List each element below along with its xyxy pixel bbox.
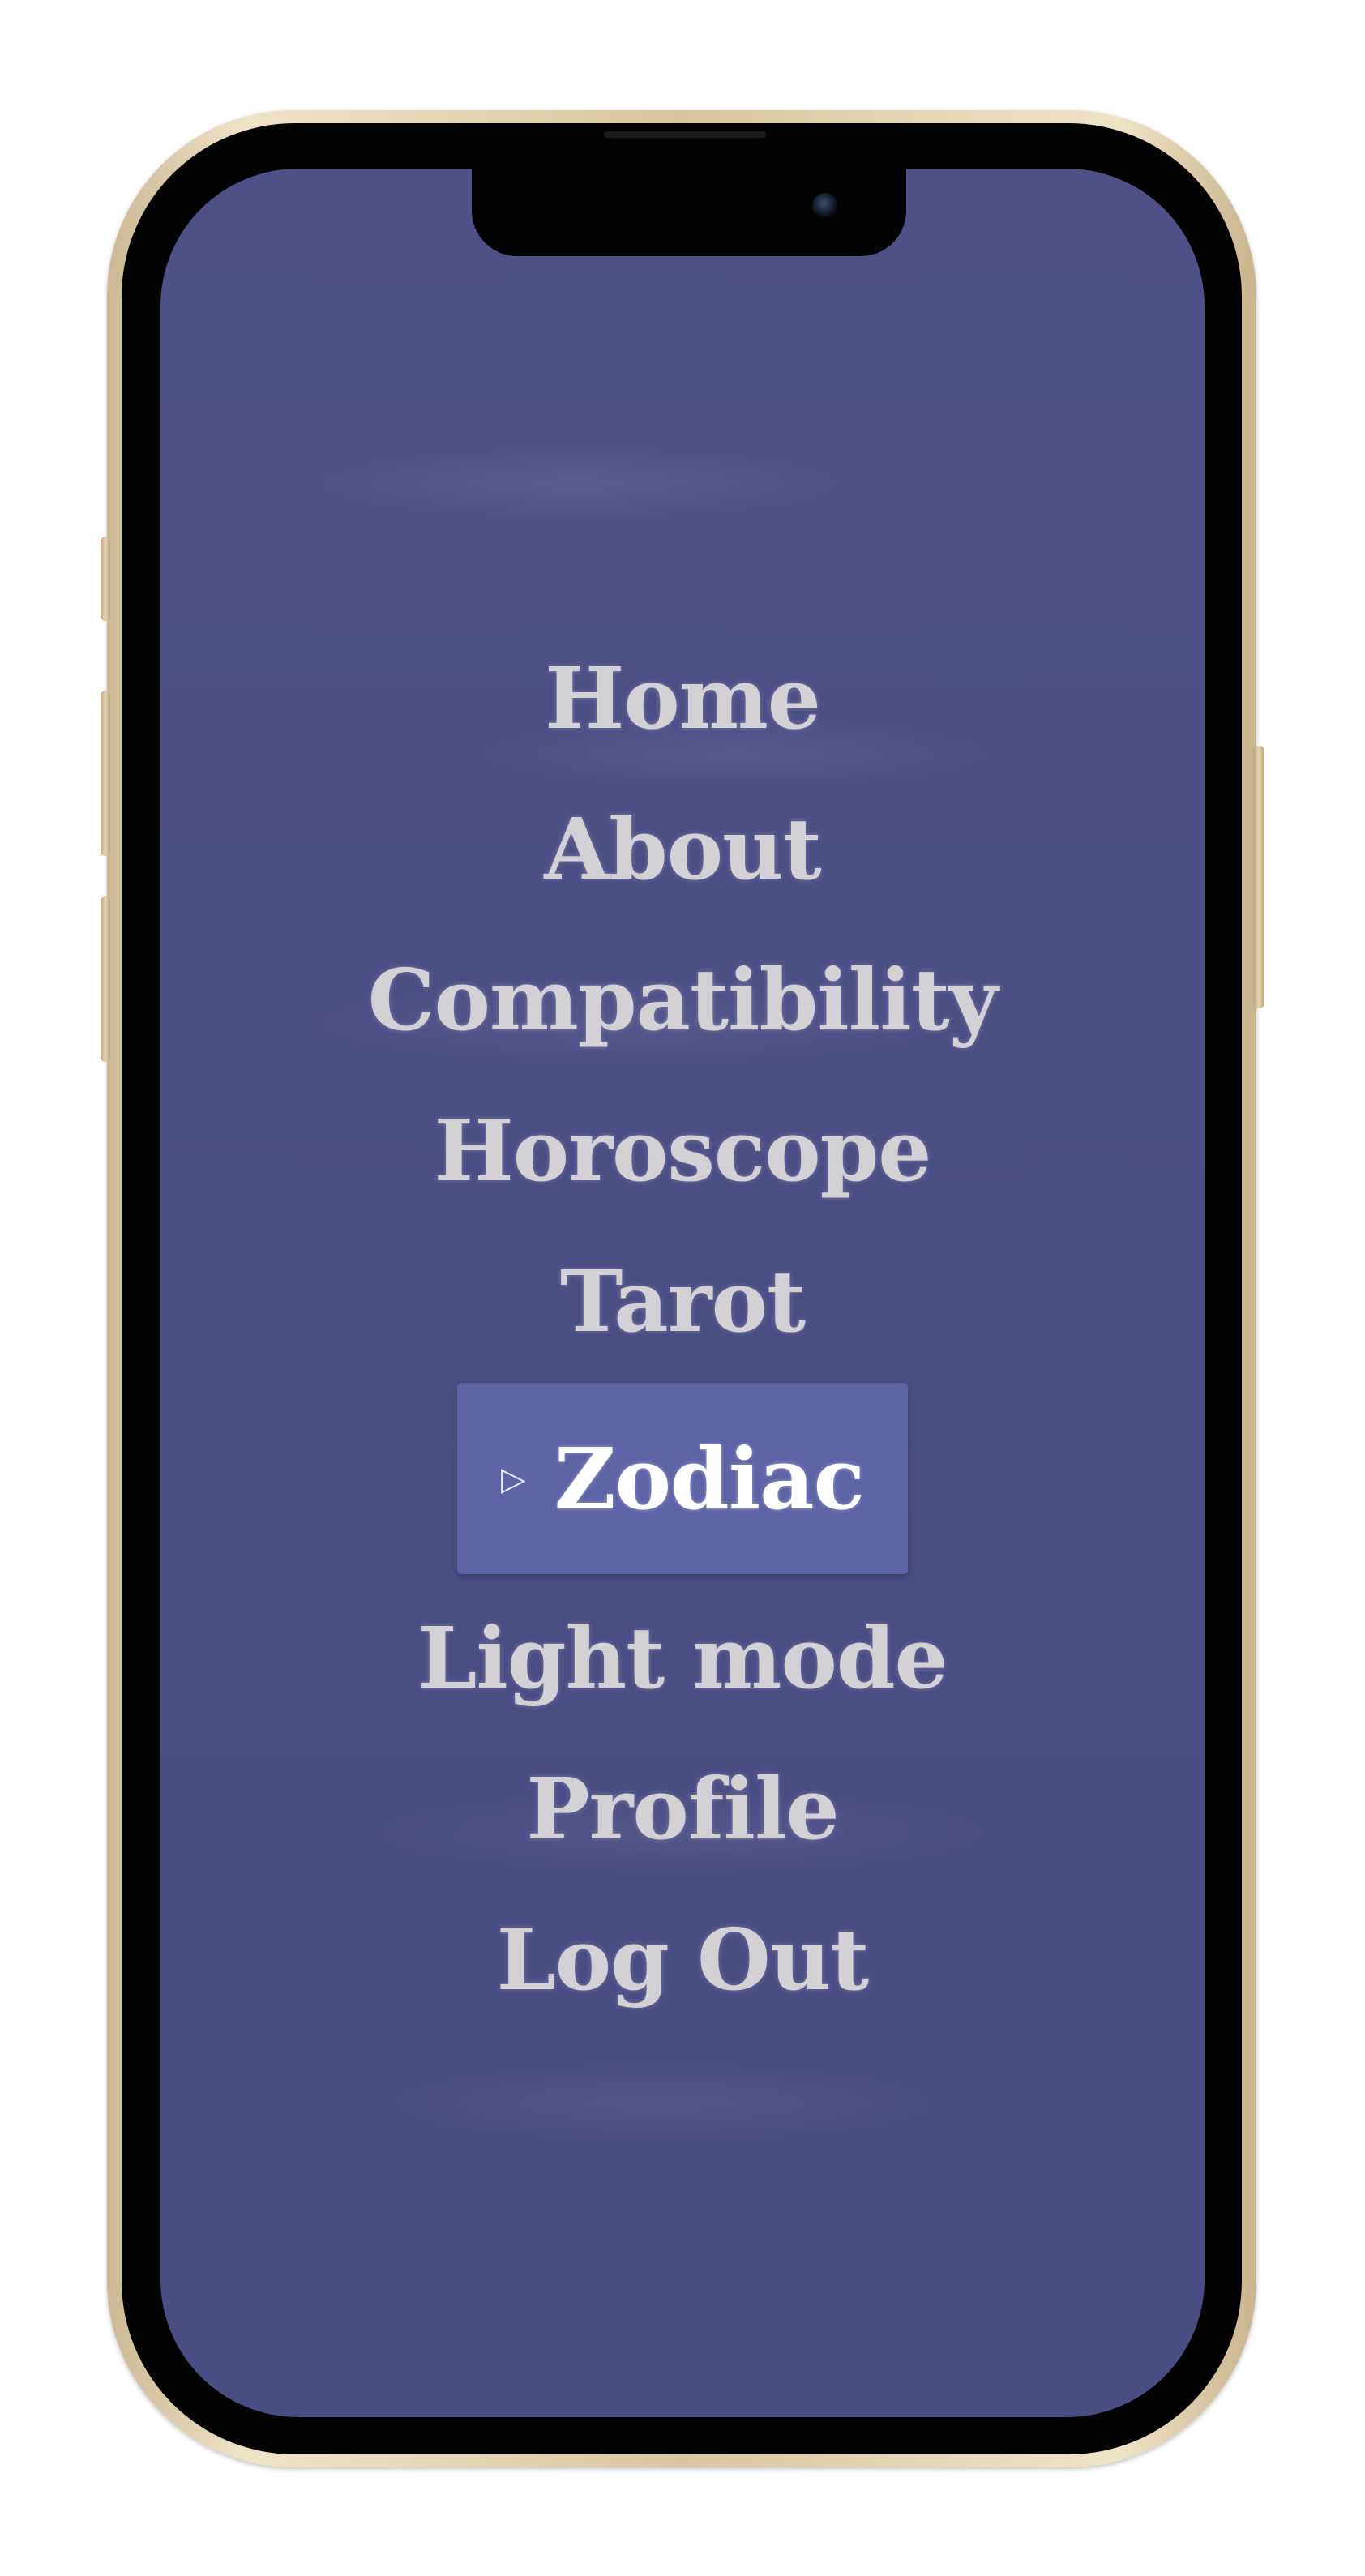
navigation-menu: Home About Compatibility Horoscope Tarot… xyxy=(160,623,1205,2035)
menu-item-label: Horoscope xyxy=(434,1100,932,1200)
menu-item-light-mode[interactable]: Light mode xyxy=(417,1582,948,1733)
menu-item-compatibility[interactable]: Compatibility xyxy=(367,924,999,1075)
menu-item-label: Tarot xyxy=(559,1251,806,1351)
menu-item-tarot[interactable]: Tarot xyxy=(559,1226,806,1376)
menu-item-zodiac[interactable]: ▷ Zodiac xyxy=(457,1383,908,1574)
power-button xyxy=(1253,746,1264,1008)
volume-up-button xyxy=(101,691,110,856)
menu-item-label: Light mode xyxy=(417,1607,948,1708)
menu-item-label: About xyxy=(544,798,821,899)
play-triangle-icon: ▷ xyxy=(501,1459,526,1498)
earpiece-speaker xyxy=(604,131,766,138)
menu-item-profile[interactable]: Profile xyxy=(526,1733,839,1884)
notch xyxy=(472,169,906,256)
menu-item-label: Zodiac xyxy=(554,1428,865,1529)
menu-item-label: Log Out xyxy=(496,1909,870,2009)
menu-item-horoscope[interactable]: Horoscope xyxy=(434,1075,932,1226)
menu-item-label: Profile xyxy=(526,1758,839,1859)
menu-item-log-out[interactable]: Log Out xyxy=(496,1884,870,2035)
menu-item-home[interactable]: Home xyxy=(545,623,821,773)
silent-switch xyxy=(101,537,110,621)
front-camera-icon xyxy=(812,193,838,219)
volume-down-button xyxy=(101,896,110,1062)
menu-item-label: Compatibility xyxy=(367,949,999,1050)
menu-item-about[interactable]: About xyxy=(544,773,821,924)
phone-screen: Home About Compatibility Horoscope Tarot… xyxy=(160,169,1205,2417)
menu-item-label: Home xyxy=(545,648,821,748)
